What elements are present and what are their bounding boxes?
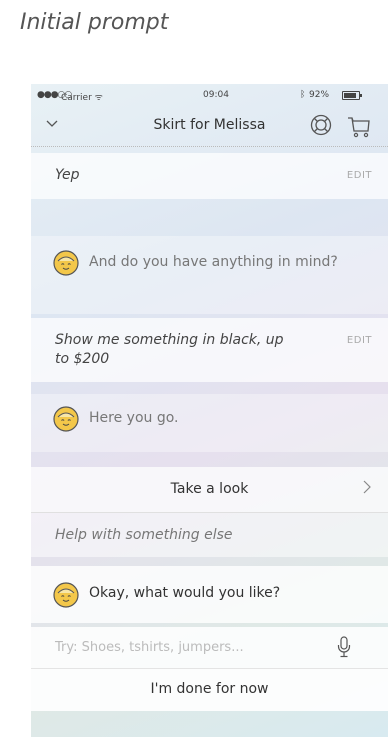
chevron-right-icon — [363, 480, 371, 494]
take-a-look-label: Take a look — [170, 481, 249, 497]
bot-message: Okay, what would you like? — [31, 566, 388, 623]
support-icon[interactable] — [310, 114, 332, 136]
status-bar: ●●●○○ Carrier ᯤ 09:04 ᛒ 92% — [31, 84, 388, 106]
clock: 09:04 — [203, 90, 229, 100]
bot-face-icon — [53, 406, 79, 432]
help-option-button[interactable]: Help with something else — [31, 513, 388, 557]
bot-face-icon — [53, 250, 79, 276]
nav-bar: Skirt for Melissa — [31, 106, 388, 147]
user-reply-text: Show me something in black, up to $200 — [55, 332, 284, 367]
bot-message-text: Here you go. — [89, 410, 179, 426]
bot-face-icon — [53, 582, 79, 608]
search-input[interactable]: Try: Shoes, tshirts, jumpers... — [31, 627, 388, 669]
take-a-look-button[interactable]: Take a look — [31, 467, 388, 513]
caption: Initial prompt — [20, 10, 169, 35]
carrier-label: Carrier ᯤ — [61, 93, 103, 103]
cart-icon[interactable] — [347, 114, 371, 138]
user-reply-text: Yep — [55, 167, 80, 183]
page-title: Skirt for Melissa — [153, 117, 266, 133]
edit-button[interactable]: EDIT — [347, 170, 372, 181]
bot-message: Here you go. — [31, 394, 388, 452]
battery-percent: 92% — [309, 90, 330, 100]
done-button-label: I'm done for now — [150, 681, 269, 697]
user-reply-card: Yep EDIT — [31, 153, 388, 199]
battery-icon — [342, 91, 362, 100]
edit-button[interactable]: EDIT — [347, 335, 372, 346]
user-reply-card: Show me something in black, up to $200 E… — [31, 318, 388, 382]
bluetooth-icon: ᛒ — [300, 90, 306, 100]
help-option-label: Help with something else — [55, 527, 233, 543]
search-placeholder: Try: Shoes, tshirts, jumpers... — [55, 640, 244, 655]
bot-message: And do you have anything in mind? — [31, 236, 388, 314]
bot-message-text: And do you have anything in mind? — [89, 254, 338, 270]
microphone-icon[interactable] — [337, 636, 351, 658]
phone-screen: ●●●○○ Carrier ᯤ 09:04 ᛒ 92% Skirt for Me… — [31, 84, 388, 737]
bot-message-text: Okay, what would you like? — [89, 585, 281, 601]
done-button[interactable]: I'm done for now — [31, 669, 388, 711]
